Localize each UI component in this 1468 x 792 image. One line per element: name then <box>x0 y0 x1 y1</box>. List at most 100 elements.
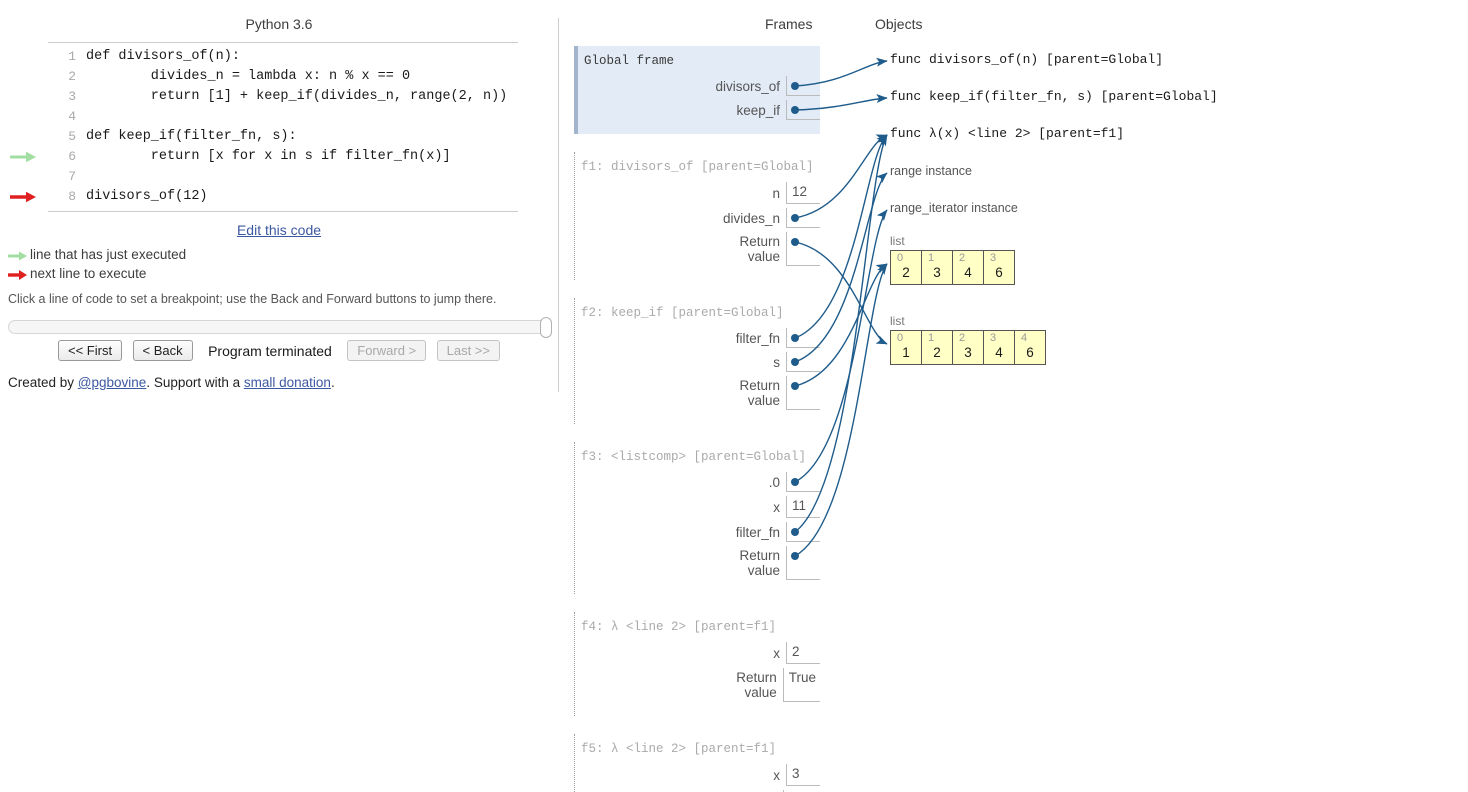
code-display[interactable]: 1 def divisors_of(n): 2 divides_n = lambda… <box>10 42 518 212</box>
breakpoint-hint: Click a line of code to set a breakpoint… <box>8 292 497 306</box>
step-controls: << First < Back Program terminated Forwa… <box>0 340 558 361</box>
variable-name: keep_if <box>736 102 780 118</box>
list-object-table: 0112233446 <box>890 330 1046 365</box>
last-button[interactable]: Last >> <box>436 340 500 361</box>
list-cell-value: 3 <box>964 345 972 360</box>
frame-label: f3: <listcomp> [parent=Global] <box>581 450 807 464</box>
variable-value <box>786 522 820 542</box>
variable-name: Return value <box>739 234 780 264</box>
pointer-dot <box>791 82 799 90</box>
variable-row: keep_if <box>578 100 820 120</box>
list-cell: 02 <box>890 250 922 285</box>
heap-object-o6: list 0 2 1 3 2 4 3 6 <box>890 234 1015 285</box>
code-line-number: 6 <box>68 149 76 164</box>
variable-name: x <box>773 499 780 515</box>
legend-next-line-label: next line to execute <box>30 266 147 281</box>
author-link[interactable]: @pgbovine <box>78 375 147 390</box>
variable-name: Return value <box>739 548 780 578</box>
pointer-dot <box>791 552 799 560</box>
code-line-text: divisors_of(12) <box>86 189 208 204</box>
list-cell-value: 6 <box>1026 345 1034 360</box>
list-cell-value: 1 <box>902 345 910 360</box>
back-button[interactable]: < Back <box>132 340 193 361</box>
variable-name: divides_n <box>722 210 780 226</box>
credits-prefix: Created by <box>8 375 78 390</box>
slider-handle[interactable] <box>540 317 552 338</box>
variable-row: .0 <box>575 472 820 492</box>
list-cell: 34 <box>983 330 1015 365</box>
pointer-dot <box>791 106 799 114</box>
next-line-arrow-icon <box>8 187 42 207</box>
list-cell: 01 <box>890 330 922 365</box>
execution-slider[interactable] <box>8 317 552 338</box>
red-arrow-icon <box>8 269 30 281</box>
legend-next-line: next line to execute <box>8 265 146 283</box>
code-line[interactable]: 6 return [x for x in s if filter_fn(x)] <box>10 147 518 167</box>
list-cell-value: 4 <box>964 265 972 280</box>
stack-frame-f4: f4: λ <line 2> [parent=f1] x 2 Return value T… <box>574 612 820 716</box>
list-cell: 36 <box>983 250 1015 285</box>
donation-link[interactable]: small donation <box>244 375 331 390</box>
object-type-label: list <box>890 234 905 248</box>
list-cell: 23 <box>952 330 984 365</box>
variable-value <box>786 232 820 266</box>
code-line[interactable]: 7 <box>48 167 518 187</box>
list-cell-index: 0 <box>897 252 904 264</box>
variable-name: x <box>773 767 780 783</box>
code-line-text: return [1] + keep_if(divides_n, range(2,… <box>86 89 508 104</box>
code-line[interactable]: 2 divides_n = lambda x: n % x == 0 <box>48 67 518 87</box>
code-line-number: 5 <box>68 129 76 144</box>
heap-object-o2: func keep_if(filter_fn, s) [parent=Globa… <box>890 89 1218 104</box>
code-line-text: divides_n = lambda x: n % x == 0 <box>86 69 411 84</box>
code-line[interactable]: 1 def divisors_of(n): <box>48 47 518 67</box>
list-cell-index: 2 <box>959 252 966 264</box>
frame-label: f5: λ <line 2> [parent=f1] <box>581 742 777 756</box>
list-cell-value: 2 <box>933 345 941 360</box>
variable-value <box>786 546 820 580</box>
code-pane: Python 3.6 1 def divisors_of(n): 2 divides… <box>0 0 558 792</box>
variable-name: filter_fn <box>735 330 780 346</box>
object-label: func keep_if(filter_fn, s) [parent=Globa… <box>890 89 1218 104</box>
list-cell-index: 1 <box>928 252 935 264</box>
python-version-label: Python 3.6 <box>245 16 313 32</box>
list-cell: 46 <box>1014 330 1046 365</box>
stack-frame-f2: f2: keep_if [parent=Global] filter_fn s Ret… <box>574 298 820 424</box>
green-arrow-icon <box>8 250 30 262</box>
list-cell: 12 <box>921 330 953 365</box>
variable-row: filter_fn <box>575 522 820 542</box>
heap-object-o5: range_iterator instance <box>890 201 1018 215</box>
variable-value: True <box>782 668 820 702</box>
credits-suffix: . <box>330 375 335 390</box>
pointer-dot <box>791 478 799 486</box>
edit-this-code-link[interactable]: Edit this code <box>237 222 321 238</box>
pane-divider <box>558 18 559 392</box>
object-label: func divisors_of(n) [parent=Global] <box>890 52 1164 67</box>
list-cell-index: 1 <box>928 332 935 344</box>
list-cell-value: 4 <box>995 345 1003 360</box>
pointer-dot <box>791 528 799 536</box>
code-line[interactable]: 3 return [1] + keep_if(divides_n, range(… <box>48 87 518 107</box>
pointer-dot <box>791 382 799 390</box>
first-button[interactable]: << First <box>58 340 123 361</box>
variable-name: x <box>773 645 780 661</box>
heap-object-o3: func λ(x) <line 2> [parent=f1] <box>890 126 1124 141</box>
frame-label: f2: keep_if [parent=Global] <box>581 306 784 320</box>
code-line-number: 1 <box>68 49 76 64</box>
variable-value <box>786 328 820 348</box>
forward-button[interactable]: Forward > <box>347 340 427 361</box>
list-row: 0112233446 <box>890 330 1046 365</box>
heap-object-o7: list 0 1 1 2 2 3 3 4 4 6 <box>890 314 1046 365</box>
code-line[interactable]: 8 divisors_of(12) <box>10 187 518 207</box>
frame-label: f4: λ <line 2> [parent=f1] <box>581 620 777 634</box>
variable-row: Return value <box>575 376 820 410</box>
code-line[interactable]: 4 <box>48 107 518 127</box>
object-label: func λ(x) <line 2> [parent=f1] <box>890 126 1125 141</box>
stack-frame-f5: f5: λ <line 2> [parent=f1]x3ReturnvalueT… <box>574 734 820 792</box>
variable-name: divisors_of <box>715 78 780 94</box>
variable-row: x2 <box>575 642 820 664</box>
variable-value <box>786 100 820 120</box>
variable-row: n 12 <box>575 182 820 204</box>
list-cell-value: 2 <box>902 265 910 280</box>
list-cell-value: 3 <box>933 265 941 280</box>
code-line[interactable]: 5 def keep_if(filter_fn, s): <box>48 127 518 147</box>
